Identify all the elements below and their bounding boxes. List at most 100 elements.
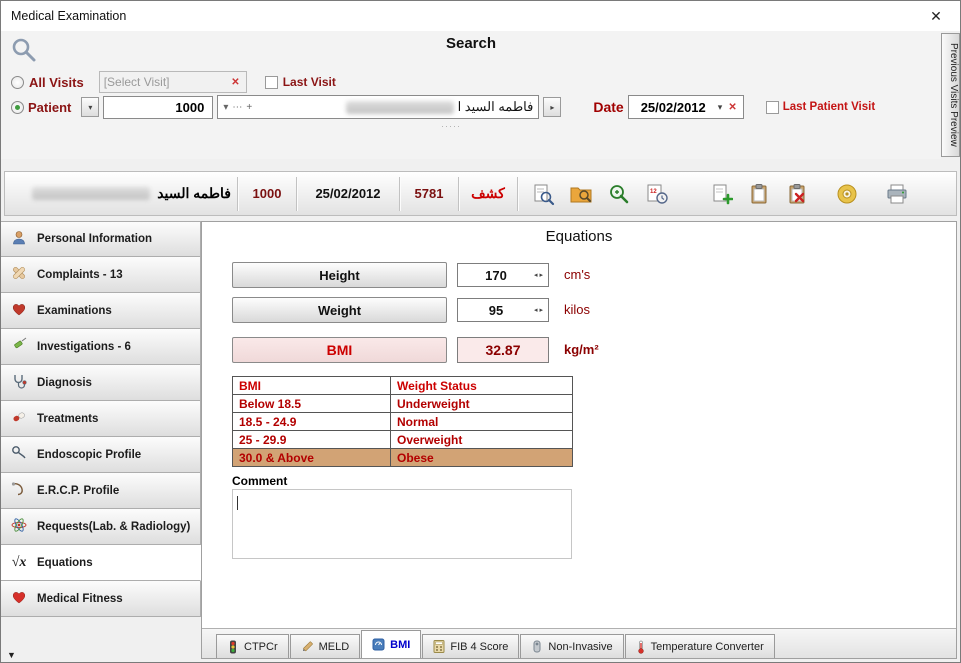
sidebar-item-examinations[interactable]: Examinations — [1, 293, 201, 329]
toolbar-separator — [296, 177, 297, 211]
sidebar-item-complaints[interactable]: Complaints - 13 — [1, 257, 201, 293]
comment-label: Comment — [232, 474, 287, 488]
table-header: BMI — [233, 377, 391, 395]
copy-visit-button[interactable] — [740, 175, 778, 213]
preview-document-button[interactable] — [524, 175, 562, 213]
table-row-highlighted: 30.0 & Above Obese — [233, 449, 573, 467]
stepper-arrows-icon[interactable]: ◂▸ — [534, 306, 548, 314]
bmi-reference-table: BMI Weight Status Below 18.5 Underweight… — [232, 376, 573, 467]
table-cell: Normal — [391, 413, 573, 431]
heart-icon — [9, 301, 29, 320]
clear-visit-icon[interactable]: ✕ — [229, 77, 241, 88]
height-value: 170 — [458, 268, 534, 283]
table-header: Weight Status — [391, 377, 573, 395]
ercp-scope-icon — [9, 481, 29, 500]
patient-field-dropdown-icon[interactable]: ▾ — [81, 97, 99, 117]
calculator-icon — [433, 640, 445, 653]
last-patient-visit-checkbox[interactable] — [766, 101, 779, 114]
sidebar-item-personal-information[interactable]: Personal Information — [1, 221, 201, 257]
sidebar-item-ercp-profile[interactable]: E.R.C.P. Profile — [1, 473, 201, 509]
stepper-arrows-icon[interactable]: ◂▸ — [534, 271, 548, 279]
date-label: Date — [593, 99, 623, 115]
syringe-icon — [9, 337, 29, 356]
combo-dropdown-icon[interactable]: ▾ — [223, 102, 228, 113]
visit-report-button[interactable]: 12 — [638, 175, 676, 213]
tab-temperature-converter[interactable]: Temperature Converter — [625, 634, 775, 658]
date-picker[interactable]: 25/02/2012 ▾ ✕ — [628, 95, 744, 119]
tab-non-invasive[interactable]: Non-Invasive — [520, 634, 623, 658]
date-dropdown-icon[interactable]: ▾ — [718, 102, 723, 113]
sidebar-item-endoscopic-profile[interactable]: Endoscopic Profile — [1, 437, 201, 473]
green-magnifier-icon — [607, 182, 631, 206]
weight-value: 95 — [458, 303, 534, 318]
tab-ctpcr[interactable]: CTPCr — [216, 634, 289, 658]
select-visit-placeholder: [Select Visit] — [104, 75, 170, 89]
window-title: Medical Examination — [11, 9, 126, 23]
printer-icon — [885, 182, 909, 206]
stethoscope-icon — [9, 373, 29, 392]
sidebar-item-label: Complaints - 13 — [37, 269, 123, 281]
tab-label: Temperature Converter — [651, 641, 764, 653]
print-button[interactable] — [878, 175, 916, 213]
weight-stepper[interactable]: 95 ◂▸ — [457, 298, 549, 322]
sqrt-icon: √x — [9, 555, 29, 571]
last-patient-visit-label: Last Patient Visit — [783, 101, 875, 113]
tab-bmi[interactable]: BMI — [361, 630, 421, 658]
table-cell: Below 18.5 — [233, 395, 391, 413]
patient-id-input[interactable]: 1000 — [103, 96, 213, 119]
sidebar-item-label: Endoscopic Profile — [37, 449, 141, 461]
sidebar-item-treatments[interactable]: Treatments — [1, 401, 201, 437]
search-folder-button[interactable] — [562, 175, 600, 213]
close-icon[interactable]: ✕ — [922, 8, 950, 25]
bmi-button[interactable]: BMI — [232, 337, 447, 363]
height-unit: cm's — [564, 267, 590, 282]
last-visit-label: Last Visit — [283, 75, 336, 89]
combo-ellipsis-icon[interactable]: ⋯ — [232, 102, 242, 113]
last-visit-checkbox[interactable] — [265, 76, 278, 89]
sidebar-item-label: Requests(Lab. & Radiology) — [37, 521, 190, 533]
save-disc-button[interactable] — [828, 175, 866, 213]
toolbar-separator — [517, 177, 518, 211]
sidebar-item-equations[interactable]: √x Equations — [1, 545, 201, 581]
table-cell: Overweight — [391, 431, 573, 449]
new-visit-button[interactable] — [702, 175, 740, 213]
search-panel: Search All Visits [Select Visit] ✕ Last … — [1, 31, 941, 159]
sidebar-item-medical-fitness[interactable]: Medical Fitness — [1, 581, 201, 617]
document-magnifier-icon — [531, 182, 555, 206]
table-cell: 30.0 & Above — [233, 449, 391, 467]
patient-label: Patient — [28, 100, 71, 115]
select-visit-combobox[interactable]: [Select Visit] ✕ — [99, 71, 247, 93]
search-row-visits: All Visits [Select Visit] ✕ Last Visit — [11, 71, 336, 93]
height-stepper[interactable]: 170 ◂▸ — [457, 263, 549, 287]
delete-visit-button[interactable] — [778, 175, 816, 213]
tab-fib4-score[interactable]: FIB 4 Score — [422, 634, 519, 658]
sidebar-item-diagnosis[interactable]: Diagnosis — [1, 365, 201, 401]
bmi-result-field: 32.87 — [457, 337, 549, 363]
previous-visits-preview-tab[interactable]: Previous Visits Preview — [941, 33, 960, 157]
cd-icon — [835, 182, 859, 206]
atom-icon — [9, 517, 29, 536]
toolbar-separator — [399, 177, 400, 211]
sidebar-item-label: Treatments — [37, 413, 98, 425]
search-row-patient: Patient ▾ 1000 ▾ ⋯ + فاطمه السيد ا ▸ Dat… — [11, 95, 875, 119]
date-clear-icon[interactable]: ✕ — [726, 102, 738, 113]
bmi-scale-icon — [372, 638, 385, 651]
next-patient-icon[interactable]: ▸ — [543, 97, 561, 117]
combo-plus-icon[interactable]: + — [246, 102, 252, 113]
tab-meld[interactable]: MELD — [290, 634, 361, 658]
sidebar-scroll-down-icon[interactable]: ▼ — [7, 650, 16, 660]
svg-text:12: 12 — [650, 189, 657, 195]
comment-input[interactable] — [232, 489, 572, 559]
sidebar-item-requests[interactable]: Requests(Lab. & Radiology) — [1, 509, 201, 545]
height-button[interactable]: Height — [232, 262, 447, 288]
toolbar-visit-date: 25/02/2012 — [303, 186, 393, 201]
patient-radio[interactable] — [11, 101, 24, 114]
tab-label: FIB 4 Score — [450, 641, 508, 653]
clipboard-icon — [747, 182, 771, 206]
patient-name-combobox[interactable]: ▾ ⋯ + فاطمه السيد ا — [217, 95, 539, 119]
all-visits-radio[interactable] — [11, 76, 24, 89]
sidebar-item-investigations[interactable]: Investigations - 6 — [1, 329, 201, 365]
zoom-search-button[interactable] — [600, 175, 638, 213]
weight-button[interactable]: Weight — [232, 297, 447, 323]
toolbar-patient-id: 1000 — [244, 186, 290, 201]
